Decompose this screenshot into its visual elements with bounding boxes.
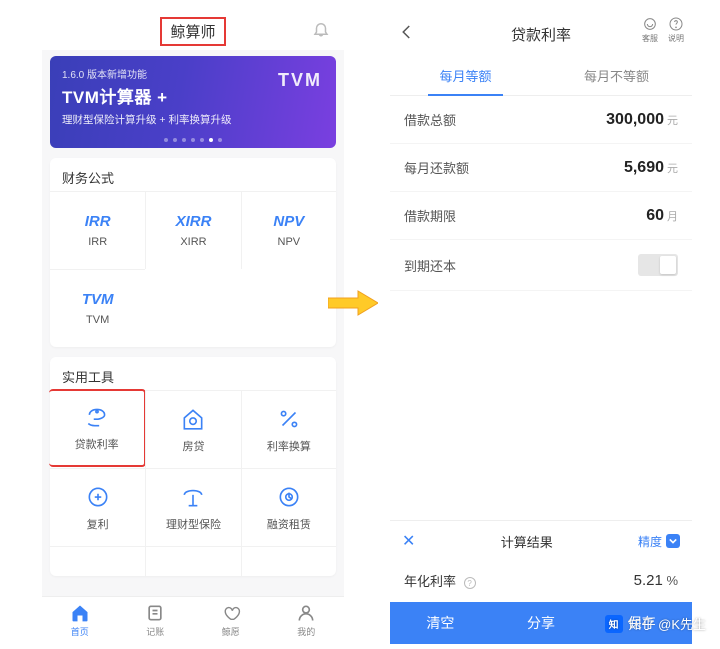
detail-topbar: 贷款利率 客服 说明 [390, 12, 692, 56]
tab-home[interactable]: 首页 [42, 597, 118, 644]
finance-card: 财务公式 IRR IRR XIRR XIRR NPV NPV TVM TVM [50, 158, 336, 347]
me-icon [296, 603, 316, 623]
tvm-icon: TVM [82, 291, 114, 308]
ledger-icon [145, 603, 165, 623]
tool-compound[interactable]: 复利 [50, 468, 145, 546]
left-phone: 鲸算师 1.6.0 版本新增功能 TVM计算器 + 理财型保险计算升级 + 利率… [42, 12, 344, 644]
finance-header: 财务公式 [50, 158, 336, 191]
row-balloon: 到期还本 [390, 240, 692, 291]
segment-control: 每月等额 每月不等额 [390, 56, 692, 96]
watermark: 知 知乎 @K先生 [605, 614, 706, 633]
insurance-icon [180, 484, 206, 510]
detail-title: 贷款利率 [511, 24, 571, 45]
irr-icon: IRR [85, 213, 111, 230]
finance-xirr[interactable]: XIRR XIRR [145, 191, 240, 269]
xirr-icon: XIRR [176, 213, 212, 230]
finance-npv[interactable]: NPV NPV [241, 191, 336, 269]
row-principal[interactable]: 借款总额 300,000元 [390, 96, 692, 144]
row-apr: 年化利率 ? 5.21 % [390, 561, 692, 602]
wish-icon [221, 603, 241, 623]
svg-text:知: 知 [608, 617, 618, 630]
tools-card: 实用工具 贷款利率 房贷 利率换算 复利 [50, 357, 336, 576]
tool-more-2[interactable] [145, 546, 240, 576]
support-icon [642, 16, 658, 32]
clear-button[interactable]: 清空 [390, 602, 491, 644]
loan-rate-icon [84, 404, 110, 430]
seg-unequal[interactable]: 每月不等额 [541, 56, 692, 95]
bell-icon[interactable] [312, 20, 330, 38]
arrow-icon [328, 288, 378, 318]
back-icon[interactable] [398, 23, 416, 46]
topbar: 鲸算师 [42, 12, 344, 50]
question-icon[interactable]: ? [464, 577, 476, 589]
app-title: 鲸算师 [160, 17, 225, 46]
banner-dots [164, 138, 222, 142]
banner-badge: TVM [278, 70, 322, 91]
zhihu-icon: 知 [605, 615, 623, 633]
compound-icon [85, 484, 111, 510]
npv-icon: NPV [273, 213, 304, 230]
chevron-down-icon [666, 534, 680, 548]
tool-more-1[interactable] [50, 546, 145, 576]
tab-me[interactable]: 我的 [269, 597, 345, 644]
tool-insurance[interactable]: 理财型保险 [145, 468, 240, 546]
mortgage-icon [180, 406, 206, 432]
row-term[interactable]: 借款期限 60月 [390, 192, 692, 240]
result-header: 计算结果 [501, 532, 553, 551]
banner-desc: 理财型保险计算升级 + 利率换算升级 [62, 112, 324, 127]
tool-more-3[interactable] [241, 546, 336, 576]
help-button[interactable]: 说明 [668, 16, 684, 44]
home-icon [70, 603, 90, 623]
tool-lease[interactable]: 融资租赁 [241, 468, 336, 546]
help-icon [668, 16, 684, 32]
tool-rate-convert[interactable]: 利率换算 [241, 390, 336, 468]
tool-mortgage[interactable]: 房贷 [145, 390, 240, 468]
rate-convert-icon [276, 406, 302, 432]
row-monthly[interactable]: 每月还款额 5,690元 [390, 144, 692, 192]
close-result-icon[interactable]: ✕ [402, 531, 415, 551]
lease-icon [276, 484, 302, 510]
tabbar: 首页 记账 鲸愿 我的 [42, 596, 344, 644]
balloon-toggle[interactable] [638, 254, 678, 276]
banner[interactable]: 1.6.0 版本新增功能 TVM计算器 + 理财型保险计算升级 + 利率换算升级… [50, 56, 336, 148]
tool-loan-rate[interactable]: 贷款利率 [49, 389, 146, 467]
finance-irr[interactable]: IRR IRR [50, 191, 145, 269]
finance-tvm[interactable]: TVM TVM [50, 269, 145, 347]
right-phone: 贷款利率 客服 说明 每月等额 每月不等额 借款总额 300,000元 [390, 12, 692, 644]
share-button[interactable]: 分享 [491, 602, 592, 644]
precision-button[interactable]: 精度 [638, 533, 680, 550]
support-button[interactable]: 客服 [642, 16, 658, 44]
tools-header: 实用工具 [50, 357, 336, 390]
tab-ledger[interactable]: 记账 [118, 597, 194, 644]
seg-equal[interactable]: 每月等额 [390, 56, 541, 95]
tab-wish[interactable]: 鲸愿 [193, 597, 269, 644]
